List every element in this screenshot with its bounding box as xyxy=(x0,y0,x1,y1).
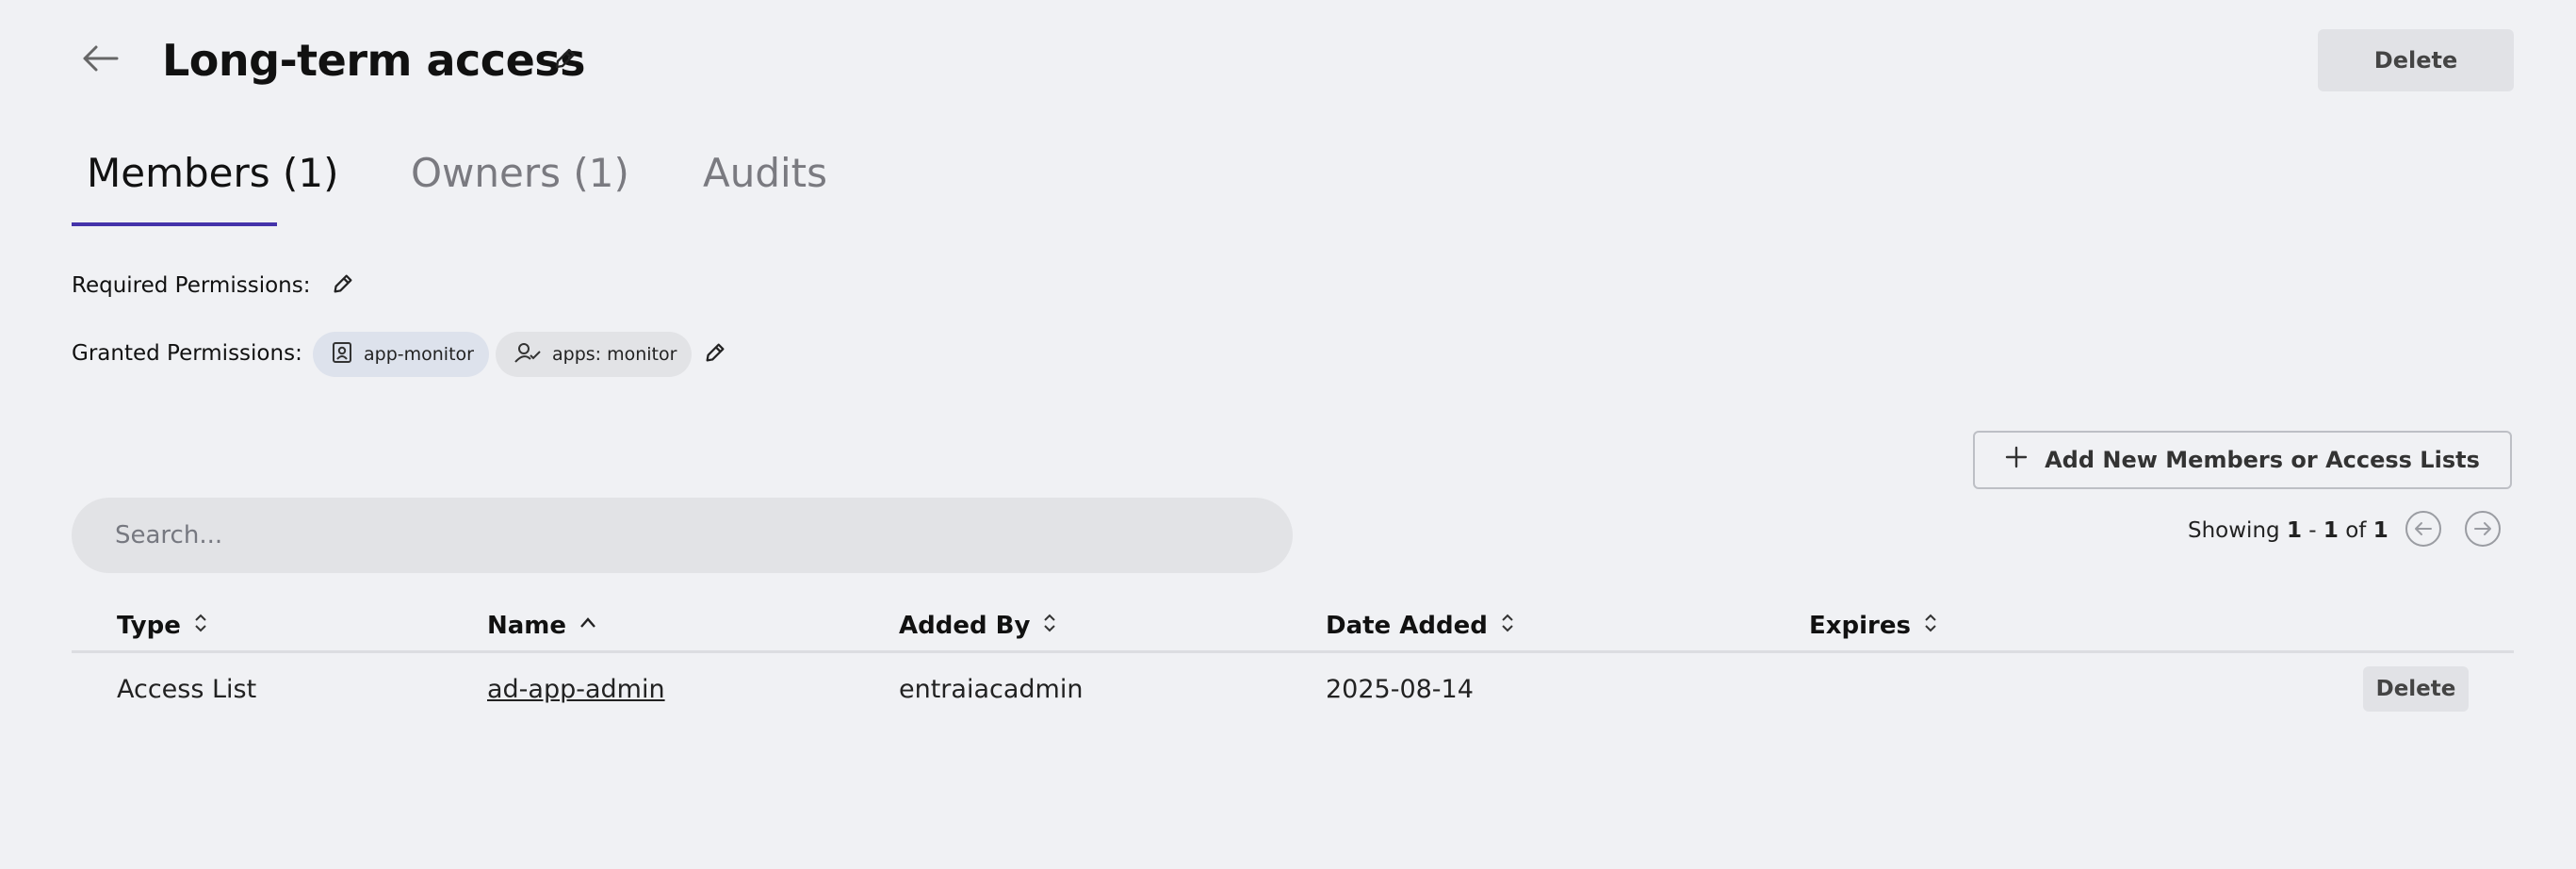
cell-name-link[interactable]: ad-app-admin xyxy=(487,671,665,709)
edit-title-button[interactable] xyxy=(546,41,584,79)
pencil-icon xyxy=(552,45,579,75)
pagination-summary: Showing 1 - 1 of 1 xyxy=(2188,515,2389,547)
pagination-of: of xyxy=(2345,518,2367,543)
back-button[interactable] xyxy=(72,32,128,89)
next-page-button[interactable] xyxy=(2463,511,2503,550)
pagination-end: 1 xyxy=(2323,518,2339,543)
row-delete-button[interactable]: Delete xyxy=(2363,666,2469,712)
pencil-icon xyxy=(703,340,727,369)
column-label: Expires xyxy=(1809,612,1911,640)
cell-added-by: entraiacadmin xyxy=(899,675,1084,704)
plus-icon xyxy=(2005,446,2028,474)
arrow-left-icon xyxy=(81,44,119,76)
add-members-button[interactable]: Add New Members or Access Lists xyxy=(1973,431,2512,489)
granted-permission-chip: app-monitor xyxy=(313,332,489,377)
pencil-icon xyxy=(331,271,355,300)
column-header-date-added[interactable]: Date Added xyxy=(1326,609,1514,643)
tab-audits[interactable]: Audits xyxy=(703,143,827,204)
column-header-added-by[interactable]: Added By xyxy=(899,609,1056,643)
sort-ascending-icon xyxy=(579,612,596,641)
pagination-prefix: Showing xyxy=(2188,518,2280,543)
pagination-start: 1 xyxy=(2286,518,2302,543)
column-header-expires[interactable]: Expires xyxy=(1809,609,1937,643)
sort-icon xyxy=(1501,612,1514,641)
tab-owners[interactable]: Owners (1) xyxy=(411,143,629,204)
circle-arrow-left-icon xyxy=(2405,510,2442,551)
column-label: Type xyxy=(117,612,181,640)
cell-type: Access List xyxy=(117,675,257,704)
granted-permissions-label: Granted Permissions: xyxy=(72,341,302,366)
delete-access-list-button[interactable]: Delete xyxy=(2318,29,2514,91)
add-members-label: Add New Members or Access Lists xyxy=(2045,447,2480,473)
sort-icon xyxy=(1924,612,1937,641)
granted-permission-chip: apps: monitor xyxy=(496,332,693,377)
page-title: Long-term access xyxy=(162,35,586,86)
id-badge-icon xyxy=(332,341,352,369)
pagination-total: 1 xyxy=(2372,518,2389,543)
edit-granted-permissions-button[interactable] xyxy=(697,336,733,372)
chip-label: apps: monitor xyxy=(552,344,677,365)
cell-date-added: 2025-08-14 xyxy=(1326,675,1474,704)
column-label: Added By xyxy=(899,612,1031,640)
edit-required-permissions-button[interactable] xyxy=(325,268,361,303)
required-permissions-label: Required Permissions: xyxy=(72,273,311,298)
table-header-divider xyxy=(72,650,2514,653)
circle-arrow-right-icon xyxy=(2464,510,2502,551)
column-header-name[interactable]: Name xyxy=(487,609,596,643)
search-input[interactable] xyxy=(72,498,1293,573)
user-check-icon xyxy=(514,342,541,368)
sort-icon xyxy=(194,612,207,641)
column-label: Date Added xyxy=(1326,612,1488,640)
previous-page-button[interactable] xyxy=(2404,511,2443,550)
chip-label: app-monitor xyxy=(364,344,474,365)
pagination-separator: - xyxy=(2308,518,2317,543)
page: Long-term access Delete Members (1) Owne… xyxy=(0,0,2576,869)
tab-members[interactable]: Members (1) xyxy=(87,143,338,204)
column-header-type[interactable]: Type xyxy=(117,609,207,643)
column-label: Name xyxy=(487,612,567,640)
active-tab-indicator xyxy=(72,222,277,226)
sort-icon xyxy=(1043,612,1056,641)
